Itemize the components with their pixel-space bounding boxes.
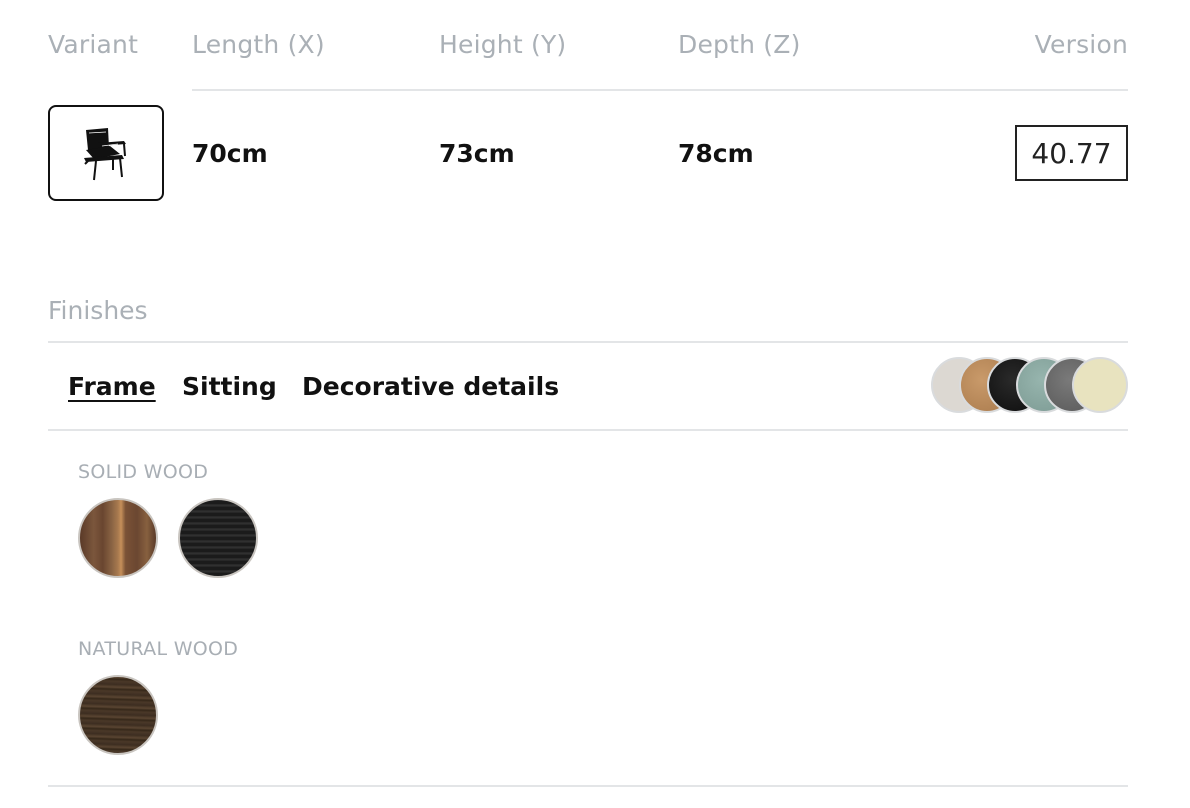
swatch-dark-wood[interactable]	[78, 675, 158, 755]
tab-decorative-details[interactable]: Decorative details	[302, 372, 559, 401]
length-value: 70cm	[192, 139, 268, 168]
finishes-title: Finishes	[48, 296, 148, 325]
height-header: Height (Y)	[439, 30, 567, 59]
length-header: Length (X)	[192, 30, 325, 59]
swatch-black-oak[interactable]	[178, 498, 258, 578]
version-header: Version	[1034, 30, 1128, 59]
variant-header: Variant	[48, 30, 139, 59]
finish-preview-stack[interactable]	[931, 357, 1131, 415]
tabs-divider	[48, 429, 1128, 431]
depth-header: Depth (Z)	[678, 30, 801, 59]
depth-value: 78cm	[678, 139, 754, 168]
bottom-divider	[48, 785, 1128, 787]
height-value: 73cm	[439, 139, 515, 168]
tab-frame[interactable]: Frame	[68, 372, 156, 401]
variant-thumbnail[interactable]	[48, 105, 164, 201]
finishes-divider	[48, 341, 1128, 343]
header-divider	[192, 89, 1128, 91]
preview-swatch-cream	[1072, 357, 1128, 413]
armchair-icon	[84, 128, 126, 181]
swatch-walnut[interactable]	[78, 498, 158, 578]
group-label-natural-wood: NATURAL WOOD	[78, 638, 239, 660]
version-select[interactable]: 40.77	[1015, 125, 1128, 181]
tab-sitting[interactable]: Sitting	[182, 372, 277, 401]
group-label-solid-wood: SOLID WOOD	[78, 461, 209, 483]
